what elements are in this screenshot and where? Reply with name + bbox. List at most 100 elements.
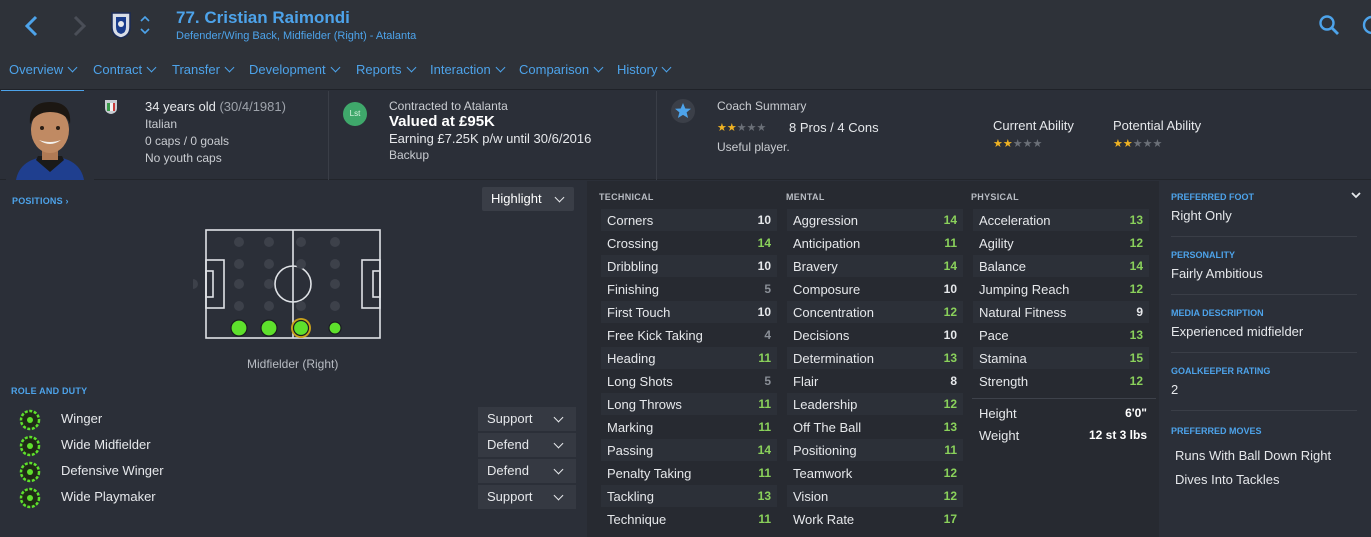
preferred-foot-label: PREFERRED FOOT (1171, 192, 1255, 202)
attribute-name: Free Kick Taking (607, 328, 703, 343)
attribute-row-long-throws[interactable]: Long Throws 11 (601, 393, 777, 415)
tab-comparison[interactable]: Comparison (519, 62, 604, 84)
more-icon[interactable] (1362, 14, 1371, 36)
attribute-row-agility[interactable]: Agility 12 (973, 232, 1149, 254)
attribute-name: Pace (979, 328, 1009, 343)
attribute-row-marking[interactable]: Marking 11 (601, 416, 777, 438)
attribute-row-natural-fitness[interactable]: Natural Fitness 9 (973, 301, 1149, 323)
attribute-name: Penalty Taking (607, 466, 692, 481)
role-row[interactable]: Wide Playmaker Support (10, 485, 576, 509)
tab-development[interactable]: Development (249, 62, 341, 84)
goalkeeper-rating-value: 2 (1171, 382, 1179, 397)
attribute-row-leadership[interactable]: Leadership 12 (787, 393, 963, 415)
attribute-value: 13 (943, 351, 957, 365)
attribute-value: 11 (758, 420, 771, 434)
tab-interaction[interactable]: Interaction (430, 62, 506, 84)
contracted-to: Contracted to Atalanta (389, 99, 508, 113)
attribute-row-composure[interactable]: Composure 10 (787, 278, 963, 300)
role-row[interactable]: Wide Midfielder Defend (10, 433, 576, 457)
attribute-name: Determination (793, 351, 874, 366)
attribute-value: 11 (758, 351, 771, 365)
tab-transfer[interactable]: Transfer (172, 62, 235, 84)
back-icon[interactable] (20, 12, 46, 40)
tab-reports[interactable]: Reports (356, 62, 416, 84)
attribute-row-concentration[interactable]: Concentration 12 (787, 301, 963, 323)
role-rating-icon (19, 487, 41, 509)
duty-dropdown[interactable]: Support (478, 485, 576, 509)
attribute-row-bravery[interactable]: Bravery 14 (787, 255, 963, 277)
caps: 0 caps / 0 goals (145, 134, 230, 148)
attribute-row-positioning[interactable]: Positioning 11 (787, 439, 963, 461)
attribute-row-decisions[interactable]: Decisions 10 (787, 324, 963, 346)
attribute-name: First Touch (607, 305, 671, 320)
attribute-row-technique[interactable]: Technique 11 (601, 508, 777, 530)
attribute-row-crossing[interactable]: Crossing 14 (601, 232, 777, 254)
duty-dropdown[interactable]: Defend (478, 433, 576, 457)
tab-history[interactable]: History (617, 62, 672, 84)
attribute-row-jumping-reach[interactable]: Jumping Reach 12 (973, 278, 1149, 300)
attribute-name: Dribbling (607, 259, 659, 274)
preferred-move: Dives Into Tackles (1175, 472, 1280, 487)
attribute-row-finishing[interactable]: Finishing 5 (601, 278, 777, 300)
attribute-row-teamwork[interactable]: Teamwork 12 (787, 462, 963, 484)
pros-cons[interactable]: 8 Pros / 4 Cons (789, 120, 879, 135)
attribute-value: 13 (757, 489, 771, 503)
attribute-row-flair[interactable]: Flair 8 (787, 370, 963, 392)
attribute-row-long-shots[interactable]: Long Shots 5 (601, 370, 777, 392)
role-name: Winger (61, 411, 103, 426)
attribute-row-penalty-taking[interactable]: Penalty Taking 11 (601, 462, 777, 484)
duty-dropdown[interactable]: Defend (478, 459, 576, 483)
attribute-row-strength[interactable]: Strength 12 (973, 370, 1149, 392)
tab-overview[interactable]: Overview (0, 62, 85, 93)
positions-label[interactable]: POSITIONS › (12, 196, 69, 206)
role-row[interactable]: Defensive Winger Defend (10, 459, 576, 483)
forward-icon[interactable] (66, 12, 92, 40)
attribute-name: Concentration (793, 305, 874, 320)
potential-ability-stars: ★★★★★ (1113, 138, 1163, 150)
attribute-value: 10 (943, 282, 957, 296)
attribute-value: 11 (758, 466, 771, 480)
coach-comment: Useful player. (717, 140, 790, 154)
chevron-down-icon (553, 464, 564, 475)
attribute-row-passing[interactable]: Passing 14 (601, 439, 777, 461)
info-strip: 34 years old (30/4/1981) Italian 0 caps … (0, 91, 1371, 180)
divider (1171, 236, 1357, 237)
attribute-row-dribbling[interactable]: Dribbling 10 (601, 255, 777, 277)
attribute-row-first-touch[interactable]: First Touch 10 (601, 301, 777, 323)
attribute-value: 12 (1129, 374, 1143, 388)
attribute-row-pace[interactable]: Pace 13 (973, 324, 1149, 346)
role-name: Wide Playmaker (61, 489, 156, 504)
attribute-row-work-rate[interactable]: Work Rate 17 (787, 508, 963, 530)
attribute-row-vision[interactable]: Vision 12 (787, 485, 963, 507)
attribute-row-off-the-ball[interactable]: Off The Ball 13 (787, 416, 963, 438)
attribute-row-stamina[interactable]: Stamina 15 (973, 347, 1149, 369)
player-title[interactable]: 77. Cristian Raimondi (176, 8, 350, 28)
role-row[interactable]: Winger Support (10, 407, 576, 431)
tab-contract[interactable]: Contract (93, 62, 157, 84)
player-subtitle[interactable]: Defender/Wing Back, Midfielder (Right) -… (176, 30, 416, 42)
age-line: 34 years old (30/4/1981) (145, 99, 286, 114)
youth-caps: No youth caps (145, 151, 222, 165)
attribute-row-corners[interactable]: Corners 10 (601, 209, 777, 231)
attribute-row-tackling[interactable]: Tackling 13 (601, 485, 777, 507)
club-switch-icon[interactable] (138, 12, 152, 38)
preferred-move: Runs With Ball Down Right (1175, 448, 1332, 463)
highlight-dropdown[interactable]: Highlight (482, 187, 574, 211)
attribute-row-free-kick-taking[interactable]: Free Kick Taking 4 (601, 324, 777, 346)
club-crest-icon[interactable] (111, 11, 131, 39)
attribute-row-heading[interactable]: Heading 11 (601, 347, 777, 369)
attribute-row-balance[interactable]: Balance 14 (973, 255, 1149, 277)
coach-stars: ★★★★★ (717, 122, 767, 134)
attribute-row-determination[interactable]: Determination 13 (787, 347, 963, 369)
attribute-row-aggression[interactable]: Aggression 14 (787, 209, 963, 231)
duty-dropdown[interactable]: Support (478, 407, 576, 431)
attribute-value: 8 (950, 374, 957, 388)
attribute-value: 15 (1129, 351, 1143, 365)
chevron-down-icon[interactable] (1350, 189, 1362, 201)
attribute-name: Long Throws (607, 397, 682, 412)
search-icon[interactable] (1318, 14, 1340, 36)
role-name: Defensive Winger (61, 463, 164, 478)
divider (1171, 352, 1357, 353)
attribute-row-acceleration[interactable]: Acceleration 13 (973, 209, 1149, 231)
attribute-row-anticipation[interactable]: Anticipation 11 (787, 232, 963, 254)
